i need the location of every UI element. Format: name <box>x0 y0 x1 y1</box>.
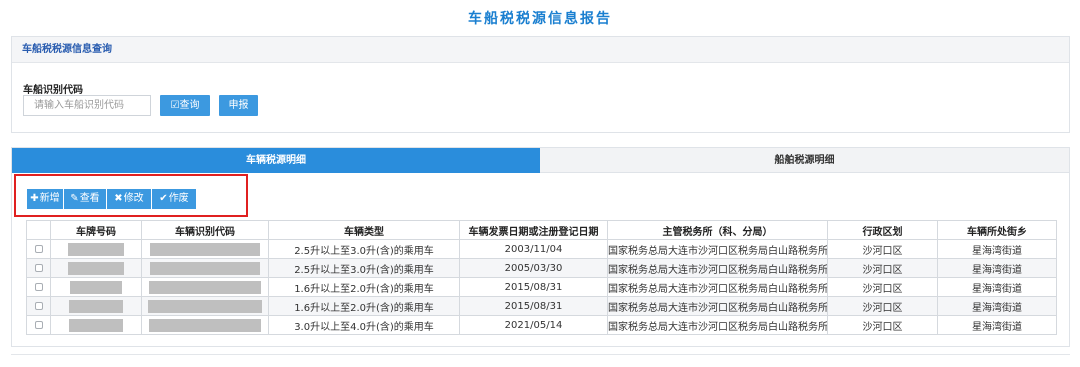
table-row[interactable]: 3.0升以上至4.0升(含)的乘用车 2021/05/14 国家税务总局大连市沙… <box>26 315 1057 335</box>
redacted-plate <box>70 280 122 294</box>
cell-date: 2005/03/30 <box>459 258 608 278</box>
checkmark-icon: ✔ <box>159 193 168 204</box>
cell-region: 沙河口区 <box>827 258 938 278</box>
add-button-label: 新增 <box>39 193 60 204</box>
row-checkbox[interactable] <box>34 263 43 272</box>
redacted-code <box>148 299 262 313</box>
redacted-plate <box>68 261 124 275</box>
cell-date: 2021/05/14 <box>459 315 608 335</box>
redacted-code <box>149 280 261 294</box>
edit-button[interactable]: ✖修改 <box>107 189 151 209</box>
row-checkbox[interactable] <box>34 244 43 253</box>
col-invoice-date: 车辆发票日期或注册登记日期 <box>459 220 608 240</box>
header-checkbox-cell <box>26 220 51 240</box>
redacted-plate <box>69 299 123 313</box>
vehicle-code-label: 车船识别代码 <box>23 85 83 96</box>
redacted-code <box>149 318 261 332</box>
pencil-icon: ✎ <box>70 193 79 204</box>
col-street: 车辆所处街乡 <box>937 220 1057 240</box>
cell-street: 星海湾街道 <box>937 258 1057 278</box>
redacted-plate <box>69 318 123 332</box>
col-vehicle-type: 车辆类型 <box>268 220 460 240</box>
cell-type: 2.5升以上至3.0升(含)的乘用车 <box>268 239 460 259</box>
cell-office: 国家税务总局大连市沙河口区税务局白山路税务所 <box>607 258 828 278</box>
cell-office: 国家税务总局大连市沙河口区税务局白山路税务所 <box>607 277 828 297</box>
query-button[interactable]: ☑查询 <box>160 95 210 116</box>
redacted-code <box>150 242 260 256</box>
cell-street: 星海湾街道 <box>937 315 1057 335</box>
table-row[interactable]: 2.5升以上至3.0升(含)的乘用车 2005/03/30 国家税务总局大连市沙… <box>26 258 1057 278</box>
edit-button-label: 修改 <box>123 193 144 204</box>
view-button-label: 查看 <box>79 193 100 204</box>
row-checkbox[interactable] <box>34 301 43 310</box>
table-row[interactable]: 1.6升以上至2.0升(含)的乘用车 2015/08/31 国家税务总局大连市沙… <box>26 296 1057 316</box>
void-button[interactable]: ✔作废 <box>152 189 196 209</box>
cell-office: 国家税务总局大连市沙河口区税务局白山路税务所 <box>607 296 828 316</box>
cell-region: 沙河口区 <box>827 296 938 316</box>
tab-vessel-details[interactable]: 船舶税源明细 <box>540 148 1069 173</box>
vehicle-code-input[interactable]: 请输入车船识别代码 <box>23 95 151 116</box>
cell-date: 2015/08/31 <box>459 296 608 316</box>
page-title: 车船税税源信息报告 <box>468 11 612 27</box>
table-row[interactable]: 2.5升以上至3.0升(含)的乘用车 2003/11/04 国家税务总局大连市沙… <box>26 239 1057 259</box>
table-header-row: 车牌号码 车辆识别代码 车辆类型 车辆发票日期或注册登记日期 主管税务所（科、分… <box>26 220 1057 240</box>
add-button[interactable]: ✚新增 <box>27 189 63 209</box>
plus-icon: ✚ <box>30 193 39 204</box>
query-button-label: 查询 <box>179 100 200 111</box>
cell-region: 沙河口区 <box>827 277 938 297</box>
col-plate-number: 车牌号码 <box>50 220 142 240</box>
table-row[interactable]: 1.6升以上至2.0升(含)的乘用车 2015/08/31 国家税务总局大连市沙… <box>26 277 1057 297</box>
cell-type: 2.5升以上至3.0升(含)的乘用车 <box>268 258 460 278</box>
cell-street: 星海湾街道 <box>937 277 1057 297</box>
row-checkbox[interactable] <box>34 320 43 329</box>
cross-icon: ✖ <box>114 193 123 204</box>
cell-region: 沙河口区 <box>827 239 938 259</box>
query-section-title: 车船税税源信息查询 <box>12 37 1069 63</box>
view-button[interactable]: ✎查看 <box>64 189 106 209</box>
bottom-divider <box>11 354 1070 364</box>
tab-vehicle-details[interactable]: 车辆税源明细 <box>12 148 540 173</box>
submit-button[interactable]: 申报 <box>219 95 258 116</box>
redacted-code <box>150 261 260 275</box>
cell-type: 1.6升以上至2.0升(含)的乘用车 <box>268 296 460 316</box>
row-checkbox[interactable] <box>34 282 43 291</box>
tabs-panel: 车辆税源明细 船舶税源明细 ✚新增 ✎查看 ✖修改 ✔作废 车牌号码 车辆识别代… <box>11 147 1070 347</box>
redacted-plate <box>68 242 124 256</box>
void-button-label: 作废 <box>168 193 189 204</box>
col-vehicle-code: 车辆识别代码 <box>141 220 269 240</box>
col-tax-office: 主管税务所（科、分局） <box>607 220 828 240</box>
query-panel: 车船税税源信息查询 车船识别代码 请输入车船识别代码 ☑查询 申报 <box>11 36 1070 133</box>
cell-date: 2003/11/04 <box>459 239 608 259</box>
cell-type: 3.0升以上至4.0升(含)的乘用车 <box>268 315 460 335</box>
vehicle-table: 车牌号码 车辆识别代码 车辆类型 车辆发票日期或注册登记日期 主管税务所（科、分… <box>26 220 1057 335</box>
cell-type: 1.6升以上至2.0升(含)的乘用车 <box>268 277 460 297</box>
cell-office: 国家税务总局大连市沙河口区税务局白山路税务所 <box>607 239 828 259</box>
cell-region: 沙河口区 <box>827 315 938 335</box>
toolbar-highlight-box: ✚新增 ✎查看 ✖修改 ✔作废 <box>14 174 248 217</box>
col-region: 行政区划 <box>827 220 938 240</box>
cell-date: 2015/08/31 <box>459 277 608 297</box>
cell-street: 星海湾街道 <box>937 239 1057 259</box>
cell-street: 星海湾街道 <box>937 296 1057 316</box>
cell-office: 国家税务总局大连市沙河口区税务局白山路税务所 <box>607 315 828 335</box>
